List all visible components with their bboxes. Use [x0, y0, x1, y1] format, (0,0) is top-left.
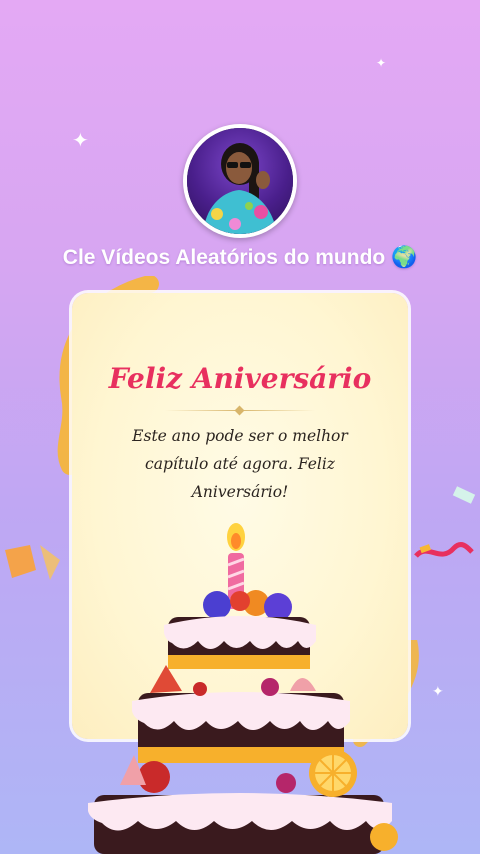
avatar[interactable] — [183, 124, 297, 238]
profile-photo — [187, 128, 293, 234]
card-message: Este ano pode ser o melhor capítulo até … — [132, 427, 348, 501]
sparkle-icon: ✦ — [72, 128, 89, 152]
sparkle-icon: ✦ — [432, 684, 444, 700]
creator-name[interactable]: Cle Vídeos Aleatórios do mundo 🌍 — [0, 246, 480, 270]
card-title: Feliz Aniversário — [108, 362, 372, 395]
confetti-icon — [5, 545, 60, 580]
sparkle-icon: ✦ — [376, 56, 387, 70]
confetti-icon — [414, 542, 474, 558]
birthday-cake-illustration — [88, 523, 398, 854]
confetti-icon — [452, 486, 476, 504]
